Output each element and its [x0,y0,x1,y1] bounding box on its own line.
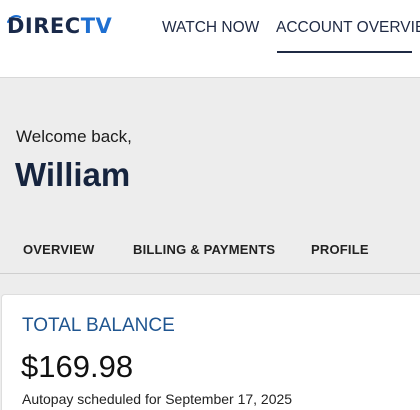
total-balance-card: TOTAL BALANCE $169.98 Autopay scheduled … [1,294,420,410]
top-header: DIRECTV WATCH NOW ACCOUNT OVERVIEW [0,0,420,78]
nav-active-indicator [277,51,412,53]
card-title: TOTAL BALANCE [22,315,175,336]
logo-text-accent: TV [80,14,113,38]
autopay-note: Autopay scheduled for September 17, 2025 [22,391,293,407]
nav-watch-now[interactable]: WATCH NOW [162,18,259,38]
user-name: William [15,156,131,193]
tab-profile[interactable]: PROFILE [311,242,369,258]
welcome-greeting: Welcome back, [16,127,132,146]
tab-billing-payments[interactable]: BILLING & PAYMENTS [133,242,275,258]
logo-text-main: DIREC [7,14,81,38]
account-tabs: OVERVIEW BILLING & PAYMENTS PROFILE [0,224,420,274]
balance-amount: $169.98 [21,349,134,384]
logo-wordmark: DIRECTV [7,13,112,39]
nav-account-overview[interactable]: ACCOUNT OVERVIEW [276,18,420,38]
tab-overview[interactable]: OVERVIEW [23,242,94,258]
